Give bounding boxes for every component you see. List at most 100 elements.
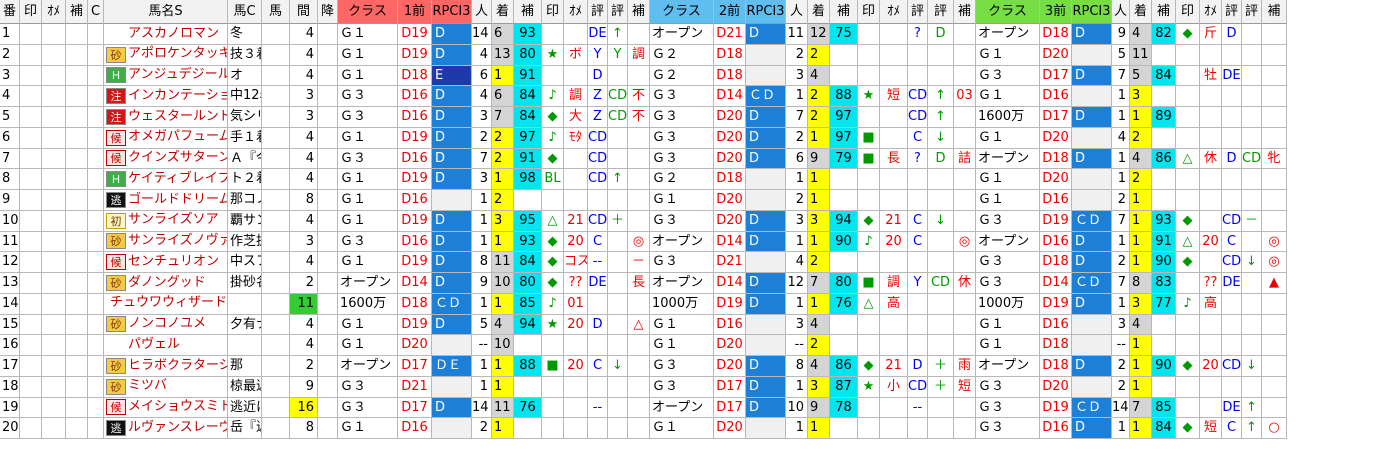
- eval-2[interactable]: [608, 397, 628, 419]
- rpci3-badge[interactable]: D: [432, 397, 472, 419]
- eval-note[interactable]: 03: [954, 86, 976, 107]
- eval-1[interactable]: ?: [908, 24, 928, 45]
- eval-1[interactable]: [1222, 376, 1242, 398]
- eval-note[interactable]: ◎: [954, 231, 976, 253]
- hosei-index[interactable]: 83: [1152, 273, 1176, 294]
- race-mark[interactable]: △: [1176, 148, 1200, 170]
- mark-cell[interactable]: [20, 376, 42, 398]
- finish-position[interactable]: 1: [808, 127, 830, 149]
- recommend-cell[interactable]: [42, 273, 66, 294]
- race-recommend[interactable]: [1200, 86, 1222, 107]
- eval-2[interactable]: ↑: [928, 107, 954, 128]
- popularity[interactable]: 1: [1112, 148, 1130, 170]
- rpci3-badge[interactable]: [746, 252, 786, 273]
- hosei-index[interactable]: 93: [514, 24, 542, 45]
- interval-weeks[interactable]: 2: [290, 273, 318, 294]
- race-recommend[interactable]: [564, 148, 588, 170]
- race-distance[interactable]: D16: [398, 418, 432, 439]
- horse-name[interactable]: 初サンライズソア: [104, 210, 228, 232]
- eval-2[interactable]: [1242, 169, 1262, 190]
- race-mark[interactable]: ♪: [542, 86, 564, 107]
- race-class[interactable]: Ｇ１: [976, 335, 1040, 356]
- race-class[interactable]: Ｇ３: [338, 397, 398, 419]
- race-distance[interactable]: D16: [1040, 418, 1072, 439]
- hosei-cell[interactable]: [66, 252, 88, 273]
- race-distance[interactable]: D19: [398, 24, 432, 45]
- finish-position[interactable]: 1: [492, 169, 514, 190]
- row-number[interactable]: 4: [0, 86, 20, 107]
- eval-note[interactable]: [628, 376, 650, 398]
- race-distance[interactable]: D19: [398, 314, 432, 336]
- eval-note[interactable]: [1262, 376, 1287, 398]
- popularity[interactable]: 1: [786, 231, 808, 253]
- eval-1[interactable]: C: [1222, 231, 1242, 253]
- race-recommend[interactable]: [880, 44, 908, 66]
- race-class[interactable]: Ｇ１: [650, 418, 714, 439]
- finish-position[interactable]: 4: [1130, 148, 1152, 170]
- finish-position[interactable]: 7: [492, 107, 514, 128]
- race-distance[interactable]: D18: [1040, 356, 1072, 377]
- race-mark[interactable]: [1176, 190, 1200, 211]
- popularity[interactable]: 2: [786, 44, 808, 66]
- eval-2[interactable]: [1242, 190, 1262, 211]
- hosei-index[interactable]: [830, 44, 858, 66]
- finish-position[interactable]: 1: [492, 376, 514, 398]
- eval-1[interactable]: --: [588, 252, 608, 273]
- rpci3-badge[interactable]: ＣＤ: [1072, 210, 1112, 232]
- horse-c-cell[interactable]: [262, 210, 290, 232]
- eval-2[interactable]: [928, 293, 954, 315]
- race-recommend[interactable]: ボ: [564, 44, 588, 66]
- recommend-cell[interactable]: [42, 169, 66, 190]
- hosei-cell[interactable]: [66, 376, 88, 398]
- eval-1[interactable]: --: [908, 397, 928, 419]
- rpci3-badge[interactable]: [1072, 169, 1112, 190]
- row-number[interactable]: 7: [0, 148, 20, 170]
- hosei-index[interactable]: [830, 314, 858, 336]
- eval-2[interactable]: ↓: [608, 356, 628, 377]
- race-mark[interactable]: [858, 190, 880, 211]
- mark-cell[interactable]: [20, 127, 42, 149]
- recommend-cell[interactable]: [42, 148, 66, 170]
- recommend-cell[interactable]: [42, 314, 66, 336]
- interval-weeks[interactable]: 11: [290, 293, 318, 315]
- mark-cell[interactable]: [20, 148, 42, 170]
- mark-cell[interactable]: [20, 314, 42, 336]
- eval-1[interactable]: CD: [1222, 210, 1242, 232]
- mark-cell[interactable]: [20, 252, 42, 273]
- column-header[interactable]: 印: [1176, 0, 1200, 24]
- popularity[interactable]: 2: [1112, 376, 1130, 398]
- recommend-cell[interactable]: [42, 65, 66, 87]
- interval-weeks[interactable]: 4: [290, 44, 318, 66]
- race-recommend[interactable]: [1200, 44, 1222, 66]
- horse-comment[interactable]: 中12着: [228, 86, 262, 107]
- popularity[interactable]: 1: [472, 210, 492, 232]
- eval-note[interactable]: [628, 335, 650, 356]
- class-drop-cell[interactable]: [318, 335, 338, 356]
- column-header[interactable]: 着: [1130, 0, 1152, 24]
- race-distance[interactable]: D18: [398, 65, 432, 87]
- eval-note[interactable]: [1262, 335, 1287, 356]
- column-header[interactable]: 着: [808, 0, 830, 24]
- eval-2[interactable]: CD: [608, 86, 628, 107]
- hosei-index[interactable]: 91: [514, 65, 542, 87]
- race-mark[interactable]: ■: [858, 127, 880, 149]
- popularity[interactable]: 3: [786, 314, 808, 336]
- finish-position[interactable]: 1: [1130, 418, 1152, 439]
- eval-note[interactable]: △: [628, 314, 650, 336]
- eval-note[interactable]: [1262, 65, 1287, 87]
- horse-comment[interactable]: 掛砂名: [228, 273, 262, 294]
- race-distance[interactable]: D19: [398, 169, 432, 190]
- class-drop-cell[interactable]: [318, 273, 338, 294]
- race-recommend[interactable]: [564, 169, 588, 190]
- finish-position[interactable]: 1: [1130, 107, 1152, 128]
- class-drop-cell[interactable]: [318, 231, 338, 253]
- eval-note[interactable]: [628, 418, 650, 439]
- rpci3-badge[interactable]: ＤＥ: [432, 356, 472, 377]
- hosei-index[interactable]: 94: [514, 314, 542, 336]
- eval-1[interactable]: CD: [588, 169, 608, 190]
- finish-position[interactable]: 10: [492, 273, 514, 294]
- rpci3-badge[interactable]: D: [432, 148, 472, 170]
- interval-weeks[interactable]: 4: [290, 169, 318, 190]
- finish-position[interactable]: 3: [1130, 293, 1152, 315]
- rpci3-badge[interactable]: D: [432, 314, 472, 336]
